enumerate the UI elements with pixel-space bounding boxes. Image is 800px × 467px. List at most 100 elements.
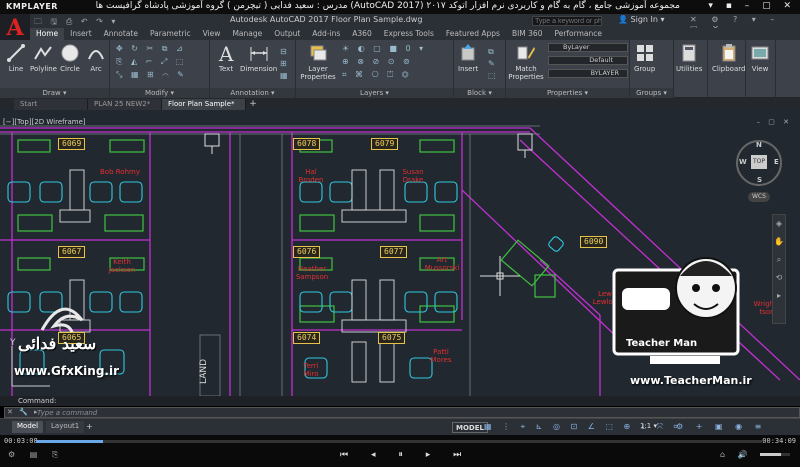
layer-properties-label: Layer Properties <box>300 65 336 81</box>
teacherman-watermark: Teacher Man www.TeacherMan.ir <box>610 240 780 390</box>
tab-add-ins[interactable]: Add-ins <box>306 28 346 40</box>
compass-north[interactable]: N <box>756 141 762 149</box>
tab-bim-360[interactable]: BIM 360 <box>506 28 549 40</box>
tab-manage[interactable]: Manage <box>226 28 268 40</box>
tab-home[interactable]: Home <box>30 28 65 40</box>
viewcube-top-face[interactable]: TOP <box>751 155 767 169</box>
player-menu-buttons[interactable]: ⚙ ▤ ⎘ <box>8 450 64 460</box>
room-tag-6075[interactable]: 6075 <box>378 332 406 344</box>
viewport-window-controls[interactable]: – ▢ ✕ <box>757 118 792 126</box>
panel-clipboard: Clipboard <box>708 40 746 98</box>
dimension-tool[interactable]: Dimension <box>240 43 277 73</box>
tab-featured-apps[interactable]: Featured Apps <box>440 28 506 40</box>
sign-in-button[interactable]: 👤 Sign In ▾ <box>618 15 665 24</box>
seek-bar-fill <box>36 440 103 443</box>
room-tag-6078[interactable]: 6078 <box>293 138 321 150</box>
panel-properties-label: Properties ▾ <box>506 88 629 98</box>
layer-properties-tool[interactable]: Layer Properties <box>300 43 336 81</box>
line-label: Line <box>8 65 24 73</box>
tab-annotate[interactable]: Annotate <box>98 28 144 40</box>
document-title: Autodesk AutoCAD 2017 Floor Plan Sample.… <box>230 15 423 24</box>
group-tool[interactable]: Group <box>634 43 655 73</box>
polyline-label: Polyline <box>30 65 57 73</box>
room-tag-6076[interactable]: 6076 <box>293 246 321 258</box>
ribbon-tab-bar: Home Insert Annotate Parametric View Man… <box>30 28 800 40</box>
room-tag-6067[interactable]: 6067 <box>58 246 86 258</box>
tab-express-tools[interactable]: Express Tools <box>378 28 440 40</box>
room-tag-6074[interactable]: 6074 <box>293 332 321 344</box>
tab-output[interactable]: Output <box>268 28 306 40</box>
viewport-controls-label[interactable]: [−][Top][2D Wireframe] <box>3 118 86 126</box>
panel-draw: Line Polyline Circle Arc Draw ▾ <box>0 40 110 98</box>
block-extras[interactable]: ⧉ ✎ ⬚ <box>488 46 496 82</box>
player-window-title: مجموعه آموزشی جامع ، گام به گام و کاربرد… <box>95 1 680 11</box>
color-combo[interactable]: ByLayer <box>548 43 628 52</box>
tab-view[interactable]: View <box>197 28 227 40</box>
compass-south[interactable]: S <box>757 176 762 184</box>
dimension-label: Dimension <box>240 65 278 73</box>
file-tab-plan-25[interactable]: PLAN 25 NEW2* <box>88 99 162 110</box>
status-extras[interactable]: ⚙ + ▣ ◉ ≡ <box>676 422 766 431</box>
utilities-tool[interactable]: Utilities <box>676 43 702 73</box>
tab-a360[interactable]: A360 <box>346 28 377 40</box>
application-menu-button[interactable]: A <box>0 14 30 42</box>
add-layout-button[interactable]: + <box>86 422 93 431</box>
compass-west[interactable]: W <box>739 158 747 166</box>
drawing-canvas[interactable]: [−][Top][2D Wireframe] – ▢ ✕ 6069 6078 6… <box>0 110 800 396</box>
command-history: Command: <box>0 396 800 406</box>
tab-performance[interactable]: Performance <box>548 28 608 40</box>
tab-parametric[interactable]: Parametric <box>144 28 197 40</box>
annotation-extras[interactable]: ⊟ ⊞ ▦ <box>280 46 288 82</box>
player-window-controls[interactable]: ▾ ▪ – ▢ ✕ <box>708 1 796 11</box>
text-tool[interactable]: A Text <box>216 43 236 73</box>
file-tab-floor-plan[interactable]: Floor Plan Sample* <box>162 99 246 110</box>
panel-annotation: A Text Dimension ⊟ ⊞ ▦ Annotation ▾ <box>210 40 296 98</box>
view-tool[interactable]: View <box>750 43 770 73</box>
line-tool[interactable]: Line <box>6 43 26 73</box>
layout-tab-layout1[interactable]: Layout1 <box>46 421 85 433</box>
room-tag-6079[interactable]: 6079 <box>371 138 399 150</box>
seek-bar[interactable] <box>36 440 762 443</box>
circle-tool[interactable]: Circle <box>60 43 80 73</box>
annotation-scale[interactable]: 1:1 ▾ <box>640 422 657 430</box>
new-tab-button[interactable]: + <box>248 100 258 109</box>
compass-east[interactable]: E <box>774 158 779 166</box>
room-tag-6069[interactable]: 6069 <box>58 138 86 150</box>
modify-tools-row-3[interactable]: ⤡ ▦ ⊞ ⌒ ✎ <box>116 70 187 80</box>
layer-state-row-1[interactable]: ☀ ◐ ▢ ■ 0 ▾ <box>342 44 426 53</box>
command-line-buttons[interactable]: ✕ 🔧 ▸ <box>7 408 40 416</box>
panel-modify: ✥ ↻ ✂ ⧉ ⊿ ⎘ ◭ ⌐ ⤢ ⬚ ⤡ ▦ ⊞ ⌒ ✎ Modify ▾ <box>110 40 210 98</box>
layer-state-row-2[interactable]: ⊕ ⊗ ⊘ ⊙ ⊚ <box>342 57 413 66</box>
file-tab-bar: Start PLAN 25 NEW2* Floor Plan Sample* <box>0 98 800 110</box>
sign-in-label: Sign In <box>630 15 658 24</box>
wcs-menu[interactable]: WCS <box>748 192 770 202</box>
insert-block-tool[interactable]: Insert <box>458 43 478 73</box>
clipboard-tool[interactable]: Clipboard <box>712 43 745 73</box>
command-line: ✕ 🔧 ▸ <box>4 407 800 418</box>
room-tag-6077[interactable]: 6077 <box>380 246 408 258</box>
player-logo[interactable]: KMPLAYER <box>6 2 58 11</box>
arc-tool[interactable]: Arc <box>86 43 106 73</box>
layer-state-row-3[interactable]: ⌗ ⌘ ⎔ ⏍ ⏣ <box>342 70 412 80</box>
modify-tools-row-2[interactable]: ⎘ ◭ ⌐ ⤢ ⬚ <box>116 57 186 67</box>
command-input[interactable] <box>37 408 737 417</box>
player-output-buttons[interactable]: ⌂ 🔊 <box>720 450 753 459</box>
file-tab-start[interactable]: Start <box>14 99 88 110</box>
viewcube[interactable]: TOP N S E W <box>736 140 782 186</box>
lineweight-combo[interactable]: BYLAYER <box>548 69 628 78</box>
tab-insert[interactable]: Insert <box>64 28 98 40</box>
occupant-name: Bob Rohmy <box>100 168 140 176</box>
model-space-toggle[interactable]: MODEL <box>452 422 488 433</box>
layout-tab-model[interactable]: Model <box>12 421 44 433</box>
circle-icon <box>61 44 79 62</box>
search-input[interactable] <box>532 16 602 26</box>
modify-tools-row-1[interactable]: ✥ ↻ ✂ ⧉ ⊿ <box>116 44 186 54</box>
linetype-combo[interactable]: Default <box>548 56 628 65</box>
polyline-tool[interactable]: Polyline <box>30 43 57 73</box>
room-tag-6090[interactable]: 6090 <box>580 236 608 248</box>
total-time: 00:34:09 <box>762 437 796 445</box>
playback-buttons[interactable]: ⏮ ◂ ⏸ ▸ ⏭ <box>340 450 471 460</box>
match-properties-tool[interactable]: Match Properties <box>508 43 544 81</box>
volume-slider[interactable] <box>760 453 790 456</box>
arc-label: Arc <box>90 65 102 73</box>
